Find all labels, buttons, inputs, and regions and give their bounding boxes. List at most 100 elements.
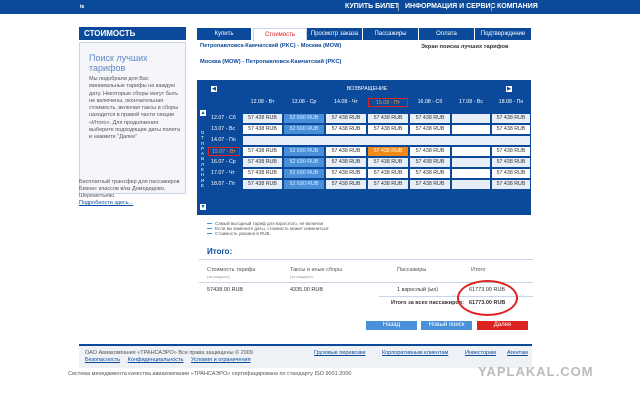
fare-cell-cheapest[interactable]: 52 690 RUB: [284, 114, 324, 123]
col-header[interactable]: 14.08 - Чт: [326, 98, 366, 107]
tab-payment[interactable]: Оплата: [419, 28, 475, 40]
fare-cell[interactable]: 57 438 RUB: [492, 147, 530, 156]
fare-cell[interactable]: [452, 169, 490, 178]
footer-link-privacy[interactable]: Конфиденциальность: [128, 357, 184, 363]
promo-block: Бесплатный трансфер для пассажиров Бизне…: [79, 179, 189, 207]
col-header[interactable]: 13.08 - Ср: [284, 98, 324, 107]
footer-link-agents[interactable]: Агентам: [507, 350, 528, 356]
row-label-selected: 15.07 - Вт: [208, 147, 240, 156]
fare-cell[interactable]: 57 438 RUB: [410, 147, 450, 156]
fare-cell[interactable]: 57 438 RUB: [410, 158, 450, 167]
summary-passengers-value: 1 взрослый (ых): [397, 287, 438, 293]
summary-header-total: Итого: [471, 267, 486, 273]
fare-cell[interactable]: 57 438 RUB: [243, 180, 282, 189]
fare-cell[interactable]: 57 438 RUB: [368, 180, 408, 189]
fare-cell-cheapest[interactable]: 52 690 RUB: [284, 169, 324, 178]
tab-price[interactable]: Стоимость: [253, 28, 307, 41]
footer-copyright: ОАО Авиакомпания «ТРАНСАЭРО» Все права з…: [85, 350, 253, 356]
iso-note: Система менеджмента качества авиакомпани…: [68, 371, 352, 377]
fare-cell[interactable]: 57 438 RUB: [326, 158, 366, 167]
fare-cell[interactable]: 57 438 RUB: [410, 169, 450, 178]
summary-taxes-value: 4335.00 RUB: [290, 287, 324, 293]
fare-cell[interactable]: 57 438 RUB: [326, 125, 366, 134]
fare-cell-cheapest[interactable]: 52 690 RUB: [284, 125, 324, 134]
fare-cell[interactable]: 57 438 RUB: [492, 114, 530, 123]
next-return-arrow-icon[interactable]: ▶: [506, 86, 512, 92]
fare-cell[interactable]: 57 438 RUB: [326, 147, 366, 156]
fare-cell-selected[interactable]: 57 438 RUB: [368, 147, 408, 156]
tab-order-review[interactable]: Просмотр заказа: [307, 28, 363, 40]
row-label: 13.07 - Вс: [208, 125, 240, 134]
footer-link-corporate[interactable]: Корпоративным клиентам: [382, 350, 448, 356]
fare-cell[interactable]: 57 438 RUB: [243, 114, 282, 123]
fare-cell[interactable]: 57 438 RUB: [243, 125, 282, 134]
fare-cell[interactable]: [452, 158, 490, 167]
row-label: 17.07 - Чт: [208, 169, 240, 178]
promo-details-link[interactable]: Подробности здесь...: [79, 200, 133, 206]
summary-header-fare: Стоимость тарифа: [207, 267, 256, 273]
nav-company[interactable]: КОМПАНИЯ: [497, 3, 538, 10]
fare-cell[interactable]: 57 438 RUB: [410, 125, 450, 134]
footer-link-security[interactable]: Безопасность: [85, 357, 120, 363]
fare-cell[interactable]: 57 438 RUB: [243, 169, 282, 178]
new-search-button[interactable]: Новый поиск: [421, 321, 472, 330]
fare-cell[interactable]: 57 438 RUB: [492, 180, 530, 189]
tab-buy[interactable]: Купить: [197, 28, 252, 40]
fare-cell-cheapest[interactable]: 52 690 RUB: [284, 180, 324, 189]
fare-cell[interactable]: [452, 114, 490, 123]
fare-cell[interactable]: 57 438 RUB: [326, 114, 366, 123]
fare-cell-cheapest[interactable]: 52 690 RUB: [284, 158, 324, 167]
prev-return-arrow-icon[interactable]: ◀: [211, 86, 217, 92]
fare-cell[interactable]: 57 438 RUB: [492, 158, 530, 167]
sidebar-info-box: Поиск лучших тарифов Мы подобрали для Ва…: [79, 42, 186, 194]
tab-passengers[interactable]: Пассажиры: [363, 28, 419, 40]
fare-cell[interactable]: 57 438 RUB: [243, 158, 282, 167]
fare-cell[interactable]: 57 438 RUB: [243, 147, 282, 156]
top-navbar: te КУПИТЬ БИЛЕТ ИНФОРМАЦИЯ И СЕРВИС КОМП…: [0, 0, 640, 14]
summary-title: Итого:: [207, 247, 233, 256]
route-info: Петропавловск-Камчатский (PKC) - Москва …: [197, 42, 532, 80]
back-button[interactable]: Назад: [366, 321, 417, 330]
fare-cell[interactable]: 57 438 RUB: [410, 114, 450, 123]
next-departure-arrow-icon[interactable]: ▼: [200, 204, 206, 210]
prev-departure-arrow-icon[interactable]: ▲: [200, 110, 206, 116]
nav-buy-ticket[interactable]: КУПИТЬ БИЛЕТ: [345, 3, 399, 10]
route-outbound: Петропавловск-Камчатский (PKC) - Москва …: [200, 43, 342, 49]
fare-cell[interactable]: 57 438 RUB: [492, 169, 530, 178]
fare-cell[interactable]: 57 438 RUB: [368, 169, 408, 178]
col-header-selected[interactable]: 15.08 - Пт: [368, 98, 408, 107]
fare-cell[interactable]: [452, 180, 490, 189]
tab-confirmation[interactable]: Подтверждение: [475, 28, 532, 40]
fare-row-empty: [243, 136, 530, 145]
fare-cell[interactable]: 57 438 RUB: [368, 158, 408, 167]
footer-link-cargo[interactable]: Грузовые перевозки: [314, 350, 365, 356]
fare-cell[interactable]: [452, 125, 490, 134]
summary-section: Итого: Стоимость тарифа Таксы и иные сбо…: [199, 247, 533, 316]
fare-cell[interactable]: 57 438 RUB: [326, 169, 366, 178]
footer-links: Безопасность Конфиденциальность Условия …: [85, 357, 257, 363]
fare-cell-cheapest[interactable]: 52 690 RUB: [284, 147, 324, 156]
highlight-circle: [457, 280, 518, 316]
fare-cell[interactable]: 57 438 RUB: [368, 125, 408, 134]
grid-legend: Самый выгодный тариф для взрослого, не в…: [207, 221, 427, 236]
next-button[interactable]: Далее: [477, 321, 528, 330]
row-label: 14.07 - Пн: [208, 136, 240, 145]
col-header[interactable]: 18.08 - Пн: [492, 98, 530, 107]
row-label: 16.07 - Ср: [208, 158, 240, 167]
fare-cell[interactable]: 57 438 RUB: [326, 180, 366, 189]
sidebar-title: Поиск лучших тарифов: [89, 53, 148, 73]
col-header[interactable]: 12.08 - Вт: [243, 98, 282, 107]
col-header[interactable]: 17.08 - Вс: [452, 98, 490, 107]
col-header[interactable]: 16.08 - Сб: [410, 98, 450, 107]
fare-cell[interactable]: [452, 147, 490, 156]
footer-link-investors[interactable]: Инвесторам: [465, 350, 496, 356]
nav-info-service[interactable]: ИНФОРМАЦИЯ И СЕРВИС: [405, 3, 496, 10]
fare-cell[interactable]: 57 438 RUB: [368, 114, 408, 123]
summary-total-all-label: Итого за всех пассажиров:: [391, 300, 465, 306]
fare-cell[interactable]: 57 438 RUB: [492, 125, 530, 134]
fare-cell[interactable]: 57 438 RUB: [410, 180, 450, 189]
footer-link-terms[interactable]: Условия и ограничения: [191, 357, 251, 363]
fare-calendar-grid: ◀ ВОЗВРАЩЕНИЕ ▶ 12.08 - Вт 13.08 - Ср 14…: [197, 80, 531, 215]
departure-label: ОТПРАВЛЕНИЕ: [200, 130, 205, 188]
row-label: 18.07 - Пт: [208, 180, 240, 189]
